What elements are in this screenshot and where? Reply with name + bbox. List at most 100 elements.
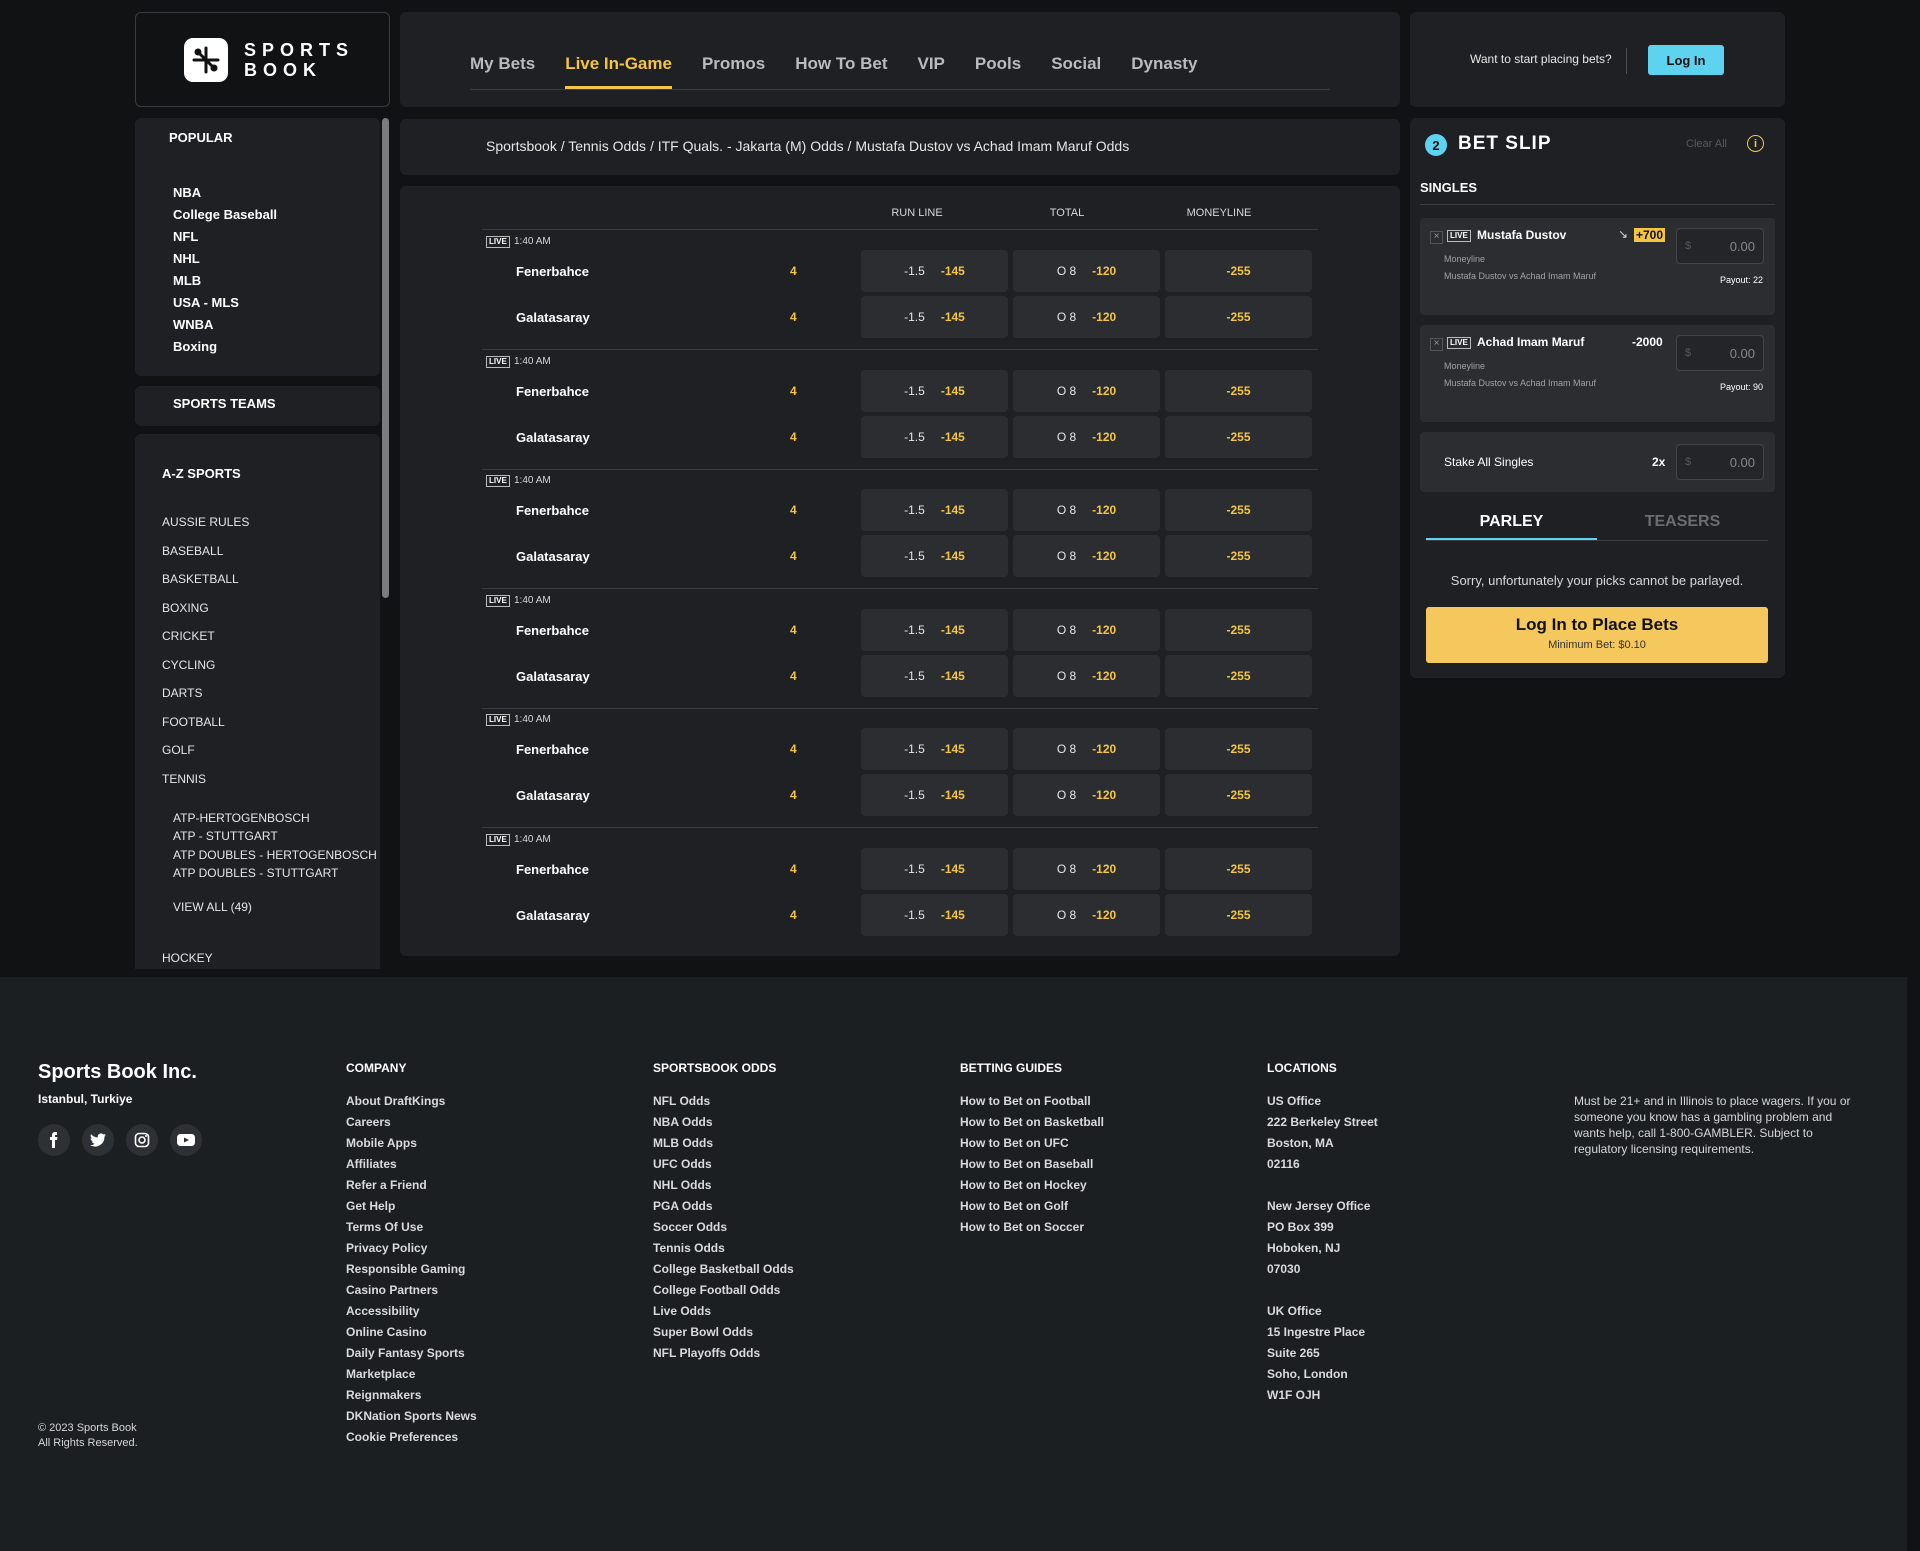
footer-link-daily-fantasy-sports[interactable]: Daily Fantasy Sports: [346, 1343, 477, 1364]
footer-link-privacy-policy[interactable]: Privacy Policy: [346, 1238, 477, 1259]
sidebar-item-darts[interactable]: DARTS: [162, 679, 249, 708]
sports-teams-link[interactable]: SPORTS TEAMS: [135, 386, 380, 426]
footer-link-reignmakers[interactable]: Reignmakers: [346, 1385, 477, 1406]
stake-input[interactable]: $ 0.00: [1676, 335, 1764, 371]
tab-vip[interactable]: VIP: [917, 42, 944, 76]
team-name[interactable]: Fenerbahce: [516, 503, 589, 518]
team-name[interactable]: Galatasaray: [516, 669, 590, 684]
sidebar-item-aussie-rules[interactable]: AUSSIE RULES: [162, 508, 249, 537]
footer-link-how-to-bet-on-soccer[interactable]: How to Bet on Soccer: [960, 1217, 1104, 1238]
footer-link-refer-a-friend[interactable]: Refer a Friend: [346, 1175, 477, 1196]
team-name[interactable]: Galatasaray: [516, 788, 590, 803]
footer-link-nfl-odds[interactable]: NFL Odds: [653, 1091, 794, 1112]
run-line-button[interactable]: -1.5 -145: [861, 415, 1008, 458]
run-line-button[interactable]: -1.5 -145: [861, 893, 1008, 936]
footer-link-super-bowl-odds[interactable]: Super Bowl Odds: [653, 1322, 794, 1343]
run-line-button[interactable]: -1.5 -145: [861, 774, 1008, 816]
sidebar-scrollbar[interactable]: [382, 118, 389, 598]
sidebar-item-golf[interactable]: GOLF: [162, 736, 249, 765]
footer-link-responsible-gaming[interactable]: Responsible Gaming: [346, 1259, 477, 1280]
twitter-icon[interactable]: [82, 1124, 114, 1156]
sidebar-item-college-baseball[interactable]: College Baseball: [173, 204, 277, 226]
team-name[interactable]: Fenerbahce: [516, 742, 589, 757]
footer-link-cookie-preferences[interactable]: Cookie Preferences: [346, 1427, 477, 1448]
moneyline-button[interactable]: -255: [1165, 774, 1312, 816]
moneyline-button[interactable]: -255: [1165, 535, 1312, 577]
moneyline-button[interactable]: -255: [1165, 654, 1312, 697]
footer-link-how-to-bet-on-baseball[interactable]: How to Bet on Baseball: [960, 1154, 1104, 1175]
tab-social[interactable]: Social: [1051, 42, 1101, 76]
footer-link-mobile-apps[interactable]: Mobile Apps: [346, 1133, 477, 1154]
remove-bet-icon[interactable]: ×: [1430, 231, 1443, 244]
tab-parley[interactable]: PARLEY: [1426, 503, 1597, 540]
sidebar-item-baseball[interactable]: BASEBALL: [162, 537, 249, 566]
sidebar-item-atp-hertogenbosch[interactable]: ATP-HERTOGENBOSCH: [173, 809, 377, 827]
team-name[interactable]: Galatasaray: [516, 430, 590, 445]
tab-promos[interactable]: Promos: [702, 42, 765, 76]
sidebar-item-atp-doubles-stuttgart[interactable]: ATP DOUBLES - STUTTGART: [173, 864, 377, 882]
breadcrumb-text[interactable]: Sportsbook / Tennis Odds / ITF Quals. - …: [486, 138, 1129, 154]
total-button[interactable]: O 8 -120: [1013, 728, 1160, 770]
moneyline-button[interactable]: -255: [1165, 296, 1312, 338]
footer-link-terms-of-use[interactable]: Terms Of Use: [346, 1217, 477, 1238]
team-name[interactable]: Galatasaray: [516, 908, 590, 923]
footer-link-affiliates[interactable]: Affiliates: [346, 1154, 477, 1175]
tab-dynasty[interactable]: Dynasty: [1131, 42, 1197, 76]
instagram-icon[interactable]: [126, 1124, 158, 1156]
logo[interactable]: SPORTS BOOK: [135, 12, 390, 107]
team-name[interactable]: Galatasaray: [516, 310, 590, 325]
footer-link-how-to-bet-on-hockey[interactable]: How to Bet on Hockey: [960, 1175, 1104, 1196]
run-line-button[interactable]: -1.5 -145: [861, 535, 1008, 577]
sidebar-item-boxing[interactable]: BOXING: [162, 594, 249, 623]
run-line-button[interactable]: -1.5 -145: [861, 489, 1008, 531]
footer-link-dknation-sports-news[interactable]: DKNation Sports News: [346, 1406, 477, 1427]
footer-link-nfl-playoffs-odds[interactable]: NFL Playoffs Odds: [653, 1343, 794, 1364]
footer-link-how-to-bet-on-football[interactable]: How to Bet on Football: [960, 1091, 1104, 1112]
team-name[interactable]: Galatasaray: [516, 549, 590, 564]
place-bets-button[interactable]: Log In to Place Bets Minimum Bet: $0.10: [1426, 607, 1768, 663]
sidebar-item-wnba[interactable]: WNBA: [173, 314, 277, 336]
sidebar-item-mlb[interactable]: MLB: [173, 270, 277, 292]
footer-link-get-help[interactable]: Get Help: [346, 1196, 477, 1217]
total-button[interactable]: O 8 -120: [1013, 369, 1160, 412]
sidebar-item-basketball[interactable]: BASKETBALL: [162, 565, 249, 594]
tab-my-bets[interactable]: My Bets: [470, 42, 535, 76]
team-name[interactable]: Fenerbahce: [516, 264, 589, 279]
footer-link-soccer-odds[interactable]: Soccer Odds: [653, 1217, 794, 1238]
run-line-button[interactable]: -1.5 -145: [861, 296, 1008, 338]
sidebar-item-atp-stuttgart[interactable]: ATP - STUTTGART: [173, 827, 377, 845]
moneyline-button[interactable]: -255: [1165, 728, 1312, 770]
footer-link-how-to-bet-on-ufc[interactable]: How to Bet on UFC: [960, 1133, 1104, 1154]
sidebar-item-cycling[interactable]: CYCLING: [162, 651, 249, 680]
moneyline-button[interactable]: -255: [1165, 415, 1312, 458]
team-name[interactable]: Fenerbahce: [516, 623, 589, 638]
moneyline-button[interactable]: -255: [1165, 847, 1312, 890]
stake-input[interactable]: $ 0.00: [1676, 228, 1764, 264]
footer-link-live-odds[interactable]: Live Odds: [653, 1301, 794, 1322]
footer-link-college-basketball-odds[interactable]: College Basketball Odds: [653, 1259, 794, 1280]
total-button[interactable]: O 8 -120: [1013, 535, 1160, 577]
tab-teasers[interactable]: TEASERS: [1597, 503, 1768, 540]
footer-link-how-to-bet-on-golf[interactable]: How to Bet on Golf: [960, 1196, 1104, 1217]
sidebar-item-boxing[interactable]: Boxing: [173, 336, 277, 358]
total-button[interactable]: O 8 -120: [1013, 847, 1160, 890]
total-button[interactable]: O 8 -120: [1013, 296, 1160, 338]
footer-link-ufc-odds[interactable]: UFC Odds: [653, 1154, 794, 1175]
run-line-button[interactable]: -1.5 -145: [861, 728, 1008, 770]
info-icon[interactable]: i: [1747, 135, 1764, 152]
footer-link-marketplace[interactable]: Marketplace: [346, 1364, 477, 1385]
stake-all-input[interactable]: $ 0.00: [1676, 444, 1764, 480]
tab-pools[interactable]: Pools: [975, 42, 1021, 76]
run-line-button[interactable]: -1.5 -145: [861, 608, 1008, 651]
total-button[interactable]: O 8 -120: [1013, 893, 1160, 936]
total-button[interactable]: O 8 -120: [1013, 654, 1160, 697]
total-button[interactable]: O 8 -120: [1013, 774, 1160, 816]
team-name[interactable]: Fenerbahce: [516, 862, 589, 877]
footer-link-pga-odds[interactable]: PGA Odds: [653, 1196, 794, 1217]
total-button[interactable]: O 8 -120: [1013, 608, 1160, 651]
sidebar-item-tennis[interactable]: TENNIS: [162, 765, 249, 794]
sidebar-item-nhl[interactable]: NHL: [173, 248, 277, 270]
moneyline-button[interactable]: -255: [1165, 608, 1312, 651]
run-line-button[interactable]: -1.5 -145: [861, 847, 1008, 890]
sidebar-item-football[interactable]: FOOTBALL: [162, 708, 249, 737]
